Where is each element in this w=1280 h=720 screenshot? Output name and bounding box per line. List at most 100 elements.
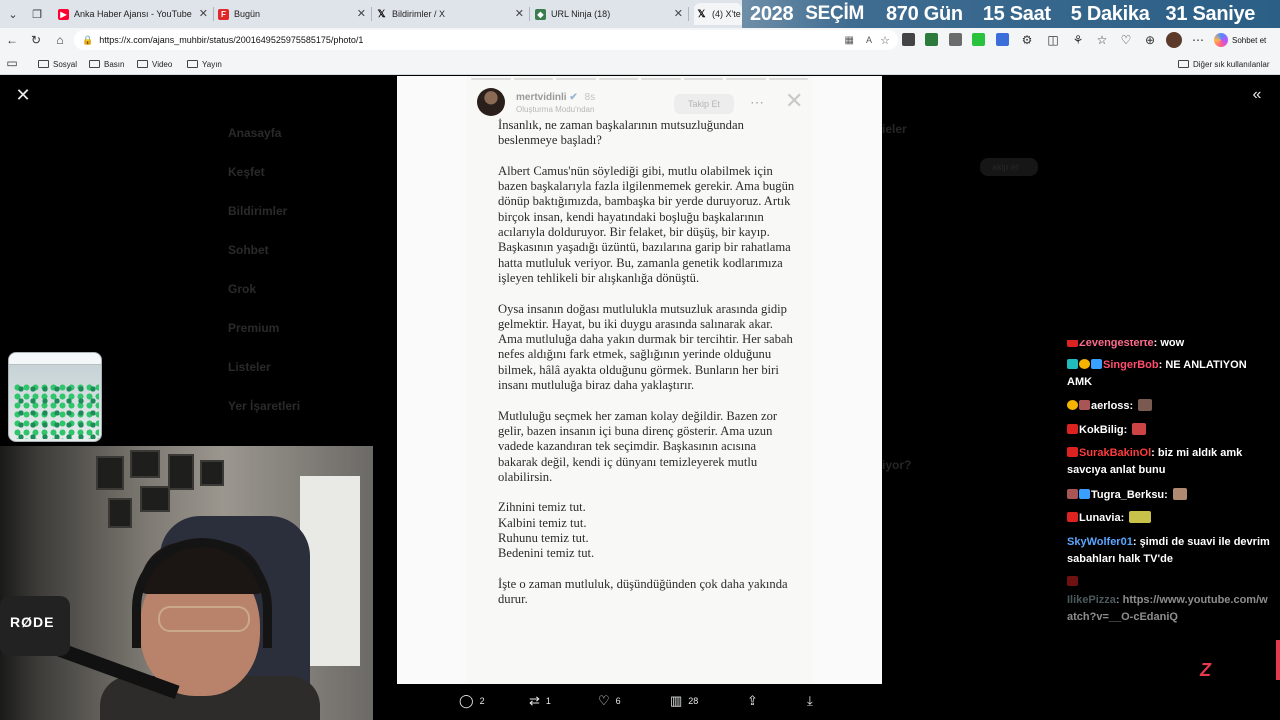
browser-toolbar: ← ↻ ⌂ 🔒 https://x.com/ajans_muhbir/statu…: [0, 28, 1280, 52]
close-tab-icon[interactable]: ✕: [674, 7, 683, 20]
x-photo-viewer: Anasayfa Keşfet Bildirimler Sohbet Grok …: [0, 76, 1280, 720]
tab-active-x[interactable]: 𝕏 (4) X'te: [694, 3, 742, 25]
favorite-star-icon[interactable]: ☆: [880, 34, 890, 47]
x-icon: 𝕏: [697, 8, 706, 20]
badge-icon: [1091, 359, 1102, 369]
collapse-panel-icon[interactable]: «: [1248, 86, 1266, 104]
copilot-icon[interactable]: ♡: [1118, 32, 1134, 48]
story-paragraph: İşte o zaman mutluluk, düşündüğünden çok…: [498, 576, 788, 607]
chat-username: Zevengesterte: [1079, 337, 1154, 349]
nav-explore: Keşfet: [228, 165, 265, 179]
story-close-icon: ✕: [785, 88, 804, 113]
repost-button[interactable]: ⇄ 1: [529, 693, 551, 709]
chat-message: Lunavia:: [1067, 510, 1273, 527]
stream-logo-icon: Z: [1200, 660, 1211, 680]
countdown-hours: 15 Saat: [982, 2, 1051, 25]
tab-strip: ⌄ ❐ ▶ Anka Haber Ajansı - YouTube ✕ F Bu…: [0, 0, 1280, 28]
bookmark-label: Sosyal: [53, 59, 78, 69]
story-paragraph: İnsanlık, ne zaman başkalarının mutsuzlu…: [498, 118, 744, 148]
x-icon: 𝕏: [377, 8, 386, 20]
folder-icon: [89, 60, 100, 68]
tab-bildirimler[interactable]: 𝕏 Bildirimler / X ✕: [376, 3, 530, 25]
badge-icon: [1067, 512, 1078, 522]
like-button[interactable]: ♡ 6: [598, 693, 621, 709]
stream-accent-bar: [1276, 640, 1280, 680]
back-icon[interactable]: ←: [4, 32, 20, 48]
view-count: 28: [688, 696, 699, 706]
nav-notifications: Bildirimler: [228, 204, 288, 218]
other-bookmarks[interactable]: Diğer sık kullanılanlar: [1178, 57, 1269, 71]
chat-username: SurakBakinOl: [1079, 447, 1152, 459]
repost-icon: ⇄: [529, 693, 540, 708]
chat-username: aerloss: [1091, 400, 1130, 412]
sohbet-button[interactable]: Sohbet et: [1214, 31, 1266, 49]
close-tab-icon[interactable]: ✕: [199, 7, 208, 20]
stream-chat: Zevengesterte: wow SingerBob: NE ANLATIY…: [1063, 332, 1280, 632]
more-menu-icon[interactable]: ⋯: [1190, 32, 1206, 48]
site-info-icon[interactable]: 🔒: [82, 35, 93, 46]
repost-count: 1: [545, 696, 551, 706]
heart-icon: ♡: [598, 693, 610, 708]
split-screen-icon[interactable]: ◫: [1045, 32, 1061, 48]
chat-username: IlikePizza: [1067, 594, 1116, 606]
chat-text: wow: [1160, 337, 1185, 349]
nav-bookmarks: Yer İşaretleri: [228, 399, 301, 413]
extension-icon[interactable]: [902, 33, 915, 46]
grid-icon[interactable]: ▦: [845, 35, 854, 46]
tweet-photo[interactable]: mertvidinli ✔ 8s Oluşturma Modu'ndan Tak…: [397, 76, 882, 684]
tab-url-ninja[interactable]: ◆ URL Ninja (18) ✕: [535, 3, 689, 25]
browser-essentials-icon[interactable]: ⊕: [1142, 32, 1158, 48]
extension-icon[interactable]: [925, 33, 938, 46]
copilot-logo-icon: [1214, 33, 1228, 47]
workspaces-icon[interactable]: ❐: [28, 5, 46, 23]
tab-title: URL Ninja (18): [551, 9, 611, 19]
youtube-icon: ▶: [58, 8, 69, 20]
collections-icon[interactable]: ▭: [4, 55, 20, 71]
favorites-icon[interactable]: ☆: [1094, 32, 1110, 48]
tab-anka-haber[interactable]: ▶ Anka Haber Ajansı - YouTube ✕: [58, 3, 214, 25]
bookmark-label: Basın: [104, 59, 125, 69]
bookmark-yayin[interactable]: Yayın: [187, 57, 222, 71]
profile-avatar-icon[interactable]: [1166, 32, 1182, 48]
share-icon: ⇪: [747, 693, 758, 708]
bookmark-video[interactable]: Video: [137, 57, 172, 71]
emote-icon: [1138, 399, 1153, 411]
countdown-label: SEÇİM: [805, 3, 864, 24]
close-tab-icon[interactable]: ✕: [357, 7, 366, 20]
close-tab-icon[interactable]: ✕: [515, 7, 524, 20]
download-button[interactable]: ⤓: [807, 693, 819, 709]
performance-icon[interactable]: ⚘: [1070, 32, 1086, 48]
extension-icon[interactable]: [949, 33, 962, 46]
story-paragraph: Oysa insanın doğası mutlulukla mutsuzluk…: [498, 301, 793, 393]
refresh-icon[interactable]: ↻: [28, 32, 44, 48]
bookmarks-bar: ▭ Sosyal Basın Video Yayın Diğer sık kul…: [0, 52, 1280, 75]
extensions-puzzle-icon[interactable]: ⚙: [1019, 32, 1035, 48]
tweet-actions: ◯ 2 ⇄ 1 ♡ 6 ▥ 28 ⇪ ⤓: [397, 684, 882, 720]
read-aloud-icon[interactable]: A: [866, 35, 872, 45]
share-button[interactable]: ⇪: [747, 693, 764, 709]
home-icon[interactable]: ⌂: [52, 32, 68, 48]
chat-message: SingerBob: NE ANLATIYON AMK: [1067, 359, 1247, 388]
emote-icon: [1172, 488, 1187, 500]
countdown-seconds: 31 Saniye: [1165, 2, 1256, 25]
extension-icon[interactable]: [996, 33, 1009, 46]
chat-message: Tugra_Berksu:: [1067, 487, 1273, 504]
chat-message: [1067, 574, 1273, 591]
tab-title: Anka Haber Ajansı - YouTube: [74, 9, 192, 19]
other-bookmarks-label: Diğer sık kullanılanlar: [1193, 59, 1270, 69]
reply-button[interactable]: ◯ 2: [459, 693, 485, 709]
story-paragraph: Zihnini temiz tut. Kalbini temiz tut. Ru…: [498, 500, 595, 561]
tab-bugun[interactable]: F Bugün ✕: [218, 3, 372, 25]
folder-icon: [137, 60, 148, 68]
address-bar[interactable]: 🔒 https://x.com/ajans_muhbir/status/2001…: [74, 30, 898, 50]
reply-count: 2: [479, 696, 485, 706]
badge-icon: [1067, 424, 1078, 434]
extension-icon[interactable]: [972, 33, 985, 46]
badge-icon: [1067, 400, 1078, 410]
bookmark-basin[interactable]: Basın: [89, 57, 124, 71]
views-button[interactable]: ▥ 28: [670, 693, 698, 709]
close-viewer-icon[interactable]: ✕: [14, 85, 32, 105]
bookmark-sosyal[interactable]: Sosyal: [38, 57, 77, 71]
tab-list-icon[interactable]: ⌄: [4, 5, 22, 23]
story-text: İnsanlık, ne zaman başkalarının mutsuzlu…: [498, 118, 798, 623]
